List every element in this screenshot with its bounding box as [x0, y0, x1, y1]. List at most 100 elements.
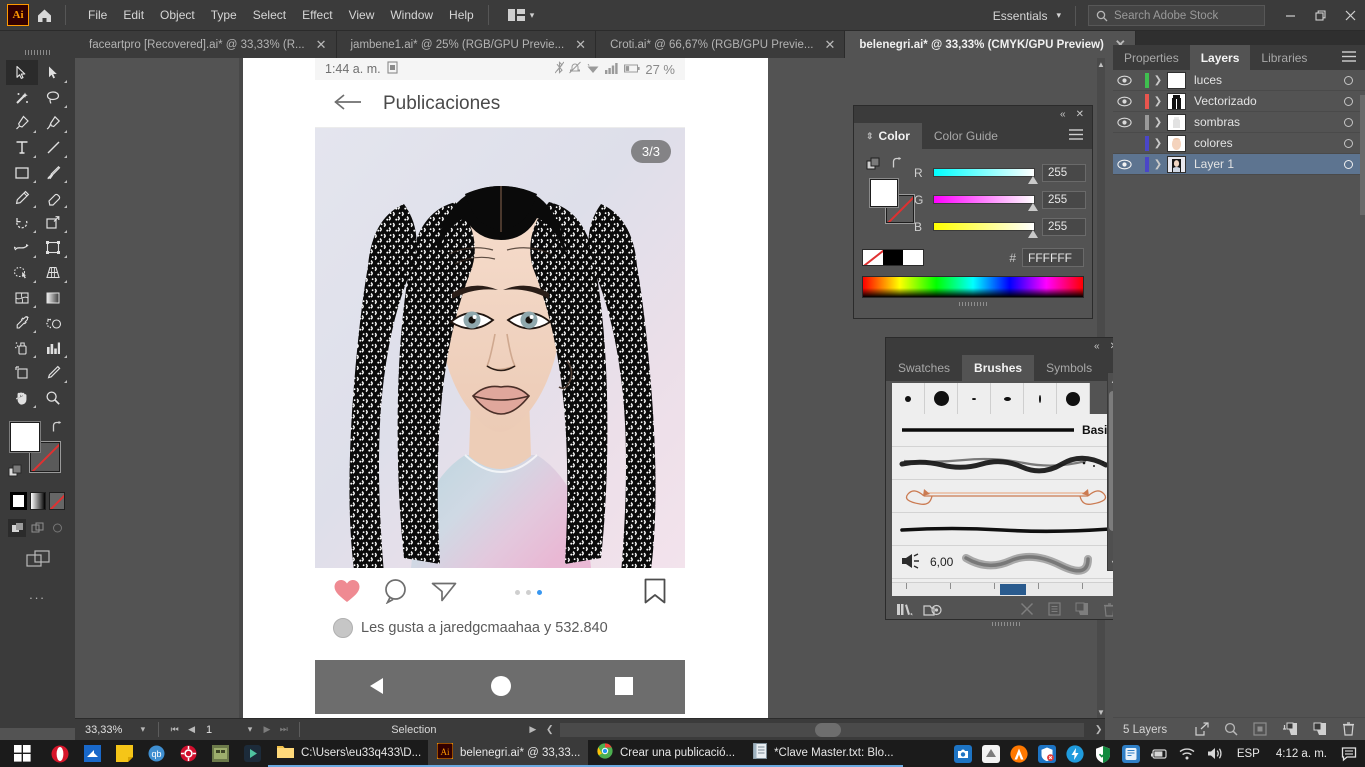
- scale-tool[interactable]: [38, 210, 70, 235]
- panel-menu-icon[interactable]: [1060, 129, 1092, 143]
- menu-file[interactable]: File: [80, 4, 115, 26]
- taskbar-task-chrome[interactable]: Crear una publicació...: [588, 740, 745, 767]
- brush-preset-1[interactable]: [892, 383, 925, 414]
- create-new-sublayer-icon[interactable]: [1282, 722, 1298, 739]
- color-panel-titlebar[interactable]: « ✕: [854, 106, 1092, 123]
- comment-icon[interactable]: [383, 578, 409, 607]
- rectangle-tool[interactable]: [6, 160, 38, 185]
- language-indicator[interactable]: ESP: [1233, 748, 1264, 760]
- notification-icon[interactable]: [1339, 744, 1359, 764]
- slice-tool[interactable]: [38, 360, 70, 385]
- close-icon[interactable]: ✕: [575, 38, 586, 51]
- brush-list[interactable]: Basic 6,00: [892, 414, 1120, 582]
- black-swatch[interactable]: [883, 250, 903, 265]
- last-artboard-button[interactable]: ⏭: [277, 724, 290, 735]
- create-new-layer-icon[interactable]: [1313, 722, 1327, 739]
- slider-track-r[interactable]: [933, 168, 1038, 184]
- artboard-dropdown-icon[interactable]: ▾: [244, 724, 257, 735]
- opera-icon[interactable]: [44, 740, 76, 767]
- slider-thumb-g[interactable]: [1028, 203, 1038, 211]
- layer-name[interactable]: sombras: [1194, 115, 1240, 129]
- brush-preset-2[interactable]: [925, 383, 958, 414]
- taskbar-task-illustrator[interactable]: Ai belenegri.ai* @ 33,33...: [428, 740, 588, 767]
- tab-brushes[interactable]: Brushes: [962, 355, 1035, 381]
- back-arrow-icon[interactable]: [333, 92, 363, 115]
- direct-selection-tool[interactable]: [38, 60, 70, 85]
- chevron-right-icon[interactable]: ❯: [1149, 96, 1167, 107]
- draw-inside-icon[interactable]: [49, 519, 67, 537]
- layer-row-luces[interactable]: ❯ luces: [1113, 70, 1365, 91]
- magic-wand-tool[interactable]: [6, 85, 38, 110]
- zoom-dropdown-icon[interactable]: ▾: [136, 724, 149, 735]
- hex-input[interactable]: FFFFFF: [1022, 248, 1084, 267]
- artboard-tool[interactable]: [6, 360, 38, 385]
- color-button[interactable]: [10, 492, 27, 510]
- brush-preset-3[interactable]: [958, 383, 991, 414]
- visibility-toggle-icon[interactable]: [1113, 75, 1135, 86]
- ruler-selection[interactable]: [1000, 584, 1026, 595]
- menu-view[interactable]: View: [341, 4, 383, 26]
- close-icon[interactable]: ✕: [1076, 109, 1084, 120]
- minimize-button[interactable]: [1275, 0, 1305, 31]
- menu-select[interactable]: Select: [245, 4, 294, 26]
- visibility-toggle-icon[interactable]: [1113, 117, 1135, 128]
- rotate-tool[interactable]: [6, 210, 38, 235]
- driver-icon[interactable]: [1065, 744, 1085, 764]
- mesh-tool[interactable]: [6, 285, 38, 310]
- layer-name[interactable]: Vectorizado: [1194, 94, 1257, 108]
- menu-object[interactable]: Object: [152, 4, 203, 26]
- change-screen-mode-button[interactable]: [0, 549, 75, 571]
- first-artboard-button[interactable]: ⏮: [168, 724, 181, 735]
- menu-help[interactable]: Help: [441, 4, 482, 26]
- edit-toolbar-button[interactable]: ...: [0, 587, 75, 602]
- previous-artboard-button[interactable]: ◀: [185, 724, 198, 735]
- eraser-tool[interactable]: [38, 185, 70, 210]
- next-artboard-button[interactable]: ▶: [260, 724, 273, 735]
- adobe-stock-search[interactable]: Search Adobe Stock: [1088, 5, 1265, 26]
- arrange-documents-button[interactable]: ▾: [501, 5, 542, 25]
- none-swatch[interactable]: [863, 250, 883, 265]
- bookmark-icon[interactable]: [643, 577, 667, 608]
- close-icon[interactable]: ✕: [824, 38, 835, 51]
- fill-swatch[interactable]: [10, 422, 40, 452]
- brush-row-charcoal[interactable]: [892, 447, 1120, 480]
- layer-row-colores[interactable]: ❯ colores: [1113, 133, 1365, 154]
- chevron-right-icon[interactable]: ❯: [1149, 117, 1167, 128]
- slider-track-g[interactable]: [933, 195, 1038, 211]
- scrollbar-thumb[interactable]: [815, 722, 842, 737]
- swap-fill-stroke-icon[interactable]: [50, 420, 65, 437]
- layer-row-sombras[interactable]: ❯ sombras: [1113, 112, 1365, 133]
- line-segment-tool[interactable]: [38, 135, 70, 160]
- start-button[interactable]: [0, 740, 44, 767]
- tab-properties[interactable]: Properties: [1113, 45, 1190, 70]
- canvas-horizontal-scrollbar[interactable]: [560, 722, 1085, 737]
- shape-builder-tool[interactable]: [6, 260, 38, 285]
- selection-tool[interactable]: [6, 60, 38, 85]
- media-player-icon[interactable]: [236, 740, 268, 767]
- menu-edit[interactable]: Edit: [115, 4, 152, 26]
- release-to-layers-icon[interactable]: [1195, 721, 1209, 739]
- brushes-panel-titlebar[interactable]: « ✕: [886, 338, 1126, 355]
- share-icon[interactable]: [431, 579, 457, 606]
- maximize-button[interactable]: [1305, 0, 1335, 31]
- status-right-arrow-icon[interactable]: ❯: [1092, 724, 1105, 735]
- layer-target-indicator[interactable]: [1344, 75, 1353, 85]
- chevron-right-icon[interactable]: ❯: [1149, 159, 1167, 170]
- slider-track-b[interactable]: [933, 222, 1038, 238]
- tab-color-guide[interactable]: Color Guide: [922, 123, 1010, 149]
- taskbar-task-explorer[interactable]: C:\Users\eu33q433\D...: [268, 740, 428, 767]
- slider-thumb-r[interactable]: [1028, 176, 1038, 184]
- qbittorrent-icon[interactable]: qb: [140, 740, 172, 767]
- free-transform-tool[interactable]: [38, 235, 70, 260]
- layer-target-indicator[interactable]: [1344, 159, 1353, 169]
- none-button[interactable]: [48, 492, 66, 510]
- security-icon[interactable]: [1037, 744, 1057, 764]
- swap-fill-stroke-icon[interactable]: [890, 156, 905, 173]
- gradient-button[interactable]: [29, 492, 46, 510]
- lasso-tool[interactable]: [38, 85, 70, 110]
- delete-selection-icon[interactable]: [1342, 721, 1355, 739]
- close-button[interactable]: [1335, 0, 1365, 31]
- scroll-up-icon[interactable]: ▲: [1097, 58, 1105, 70]
- channel-value-r[interactable]: 255: [1042, 163, 1086, 182]
- chevron-right-icon[interactable]: ❯: [1149, 138, 1167, 149]
